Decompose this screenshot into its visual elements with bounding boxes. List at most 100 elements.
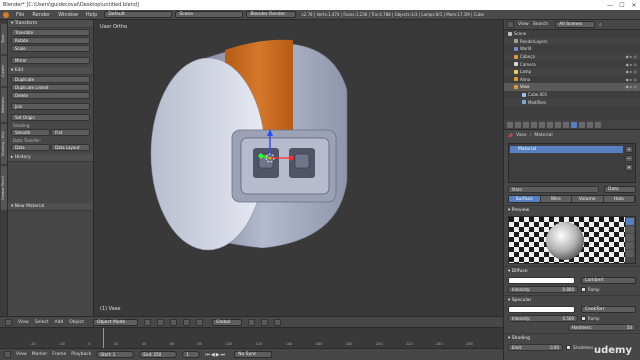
material-tab-icon[interactable] <box>571 121 577 128</box>
diffuse-ramp-toggle[interactable]: Ramp <box>581 287 636 292</box>
preview-panel-header[interactable]: ▾ Preview <box>504 205 640 214</box>
slot-menu-button[interactable]: ▾ <box>625 164 633 171</box>
preview-monkey-button[interactable] <box>626 242 634 249</box>
particles-tab-icon[interactable] <box>587 121 593 128</box>
render-engine-dropdown[interactable]: Blender Render <box>246 11 297 18</box>
tab-relations[interactable]: Relations <box>1 88 7 122</box>
diffuse-panel-header[interactable]: ▾ Diffuse <box>504 266 640 275</box>
specular-ramp-toggle[interactable]: Ramp <box>581 316 636 321</box>
end-frame-field[interactable]: End: 250 <box>139 351 178 358</box>
outliner-menu-view[interactable]: View <box>518 22 529 27</box>
outliner-row-alma[interactable]: Alma ◉ ▸ ◎ <box>504 76 640 84</box>
render-layers-tab-icon[interactable] <box>515 121 521 128</box>
delete-button[interactable]: Delete <box>11 92 90 99</box>
tab-wire[interactable]: Wire <box>540 196 572 202</box>
modifiers-tab-icon[interactable] <box>555 121 561 128</box>
blender-logo-icon[interactable] <box>3 11 9 18</box>
close-button[interactable]: ✕ <box>628 2 640 9</box>
shading-panel-header[interactable]: ▾ Shading <box>504 333 640 342</box>
specular-intensity-field[interactable]: Intensity: 0.500 <box>508 315 578 322</box>
outliner-row-renderlayers[interactable]: RenderLayers <box>504 37 640 46</box>
start-frame-field[interactable]: Start: 1 <box>96 351 135 358</box>
material-slot-selected[interactable]: Material <box>510 146 623 153</box>
set-origin-dropdown[interactable]: Set Origin <box>11 114 90 121</box>
translate-manipulator-icon[interactable] <box>182 318 190 326</box>
preview-hair-button[interactable] <box>626 250 634 257</box>
outliner-row-cabeca[interactable]: Cabeça ◉ ▸ ◎ <box>504 52 640 61</box>
material-link-dropdown[interactable]: Data <box>604 186 636 193</box>
rotate-button[interactable]: Rotate <box>11 37 90 44</box>
add-slot-button[interactable]: + <box>625 146 633 153</box>
data-button[interactable]: Data <box>11 144 50 151</box>
shading-icon[interactable] <box>143 318 151 326</box>
preview-sphere-button[interactable] <box>626 218 634 225</box>
outliner-row-lamp[interactable]: Lamp ◉ ▸ ◎ <box>504 67 640 76</box>
outliner-row-scene[interactable]: Scene <box>504 30 640 38</box>
edit-panel-header[interactable]: ▾ Edit <box>8 67 93 75</box>
timeline-menu-frame[interactable]: Frame <box>52 352 66 357</box>
manipulator-icon[interactable] <box>169 318 177 326</box>
outliner-row-world[interactable]: World <box>504 45 640 53</box>
menu-window[interactable]: Window <box>54 12 82 18</box>
pivot-icon[interactable] <box>156 318 164 326</box>
menu-file[interactable]: File <box>12 12 28 18</box>
menu-help[interactable]: Help <box>82 12 101 18</box>
material-name-field[interactable]: Mate <box>508 186 599 193</box>
data-layout-button[interactable]: Data Layout <box>51 144 90 151</box>
timeline[interactable]: -40 -20 0 20 40 60 80 100 120 140 160 18… <box>0 327 503 349</box>
maximize-button[interactable]: ☐ <box>616 2 628 9</box>
world-tab-icon[interactable] <box>531 121 537 128</box>
object-tab-icon[interactable] <box>539 121 545 128</box>
outliner-filter-dropdown[interactable]: All Scenes <box>555 21 596 28</box>
operator-panel-header[interactable]: ▾ New Material <box>8 203 93 211</box>
visibility-icon[interactable]: ◉ ▸ ◎ <box>625 77 637 82</box>
render-icon[interactable] <box>273 318 281 326</box>
visibility-icon[interactable]: ◉ ▸ ◎ <box>625 84 637 89</box>
preview-cube-button[interactable] <box>626 234 634 241</box>
physics-tab-icon[interactable] <box>595 121 601 128</box>
mode-dropdown[interactable]: Object Mode <box>92 318 138 326</box>
menu-render[interactable]: Render <box>28 12 54 18</box>
current-frame-field[interactable]: 1 <box>182 351 201 358</box>
outliner-menu-search[interactable]: Search <box>533 22 548 27</box>
diffuse-shader-dropdown[interactable]: Lambert <box>581 277 636 284</box>
tab-halo[interactable]: Halo <box>603 196 635 202</box>
layout-dropdown[interactable]: Default <box>104 11 173 18</box>
join-button[interactable]: Join <box>11 103 90 110</box>
shadeless-toggle[interactable]: Shadeless <box>566 345 593 350</box>
specular-panel-header[interactable]: ▾ Specular <box>504 295 640 304</box>
specular-shader-dropdown[interactable]: CookTorr <box>581 306 636 313</box>
tab-tools[interactable]: Tools <box>1 24 7 54</box>
scene-dropdown[interactable]: Scene <box>175 11 244 18</box>
menu-view[interactable]: View <box>18 320 29 325</box>
scene-tab-icon[interactable] <box>523 121 529 128</box>
minimize-button[interactable]: — <box>604 2 616 9</box>
timeline-editor-icon[interactable] <box>4 351 11 358</box>
duplicate-button[interactable]: Duplicate <box>11 76 90 83</box>
layers-icon[interactable] <box>247 318 255 326</box>
sync-dropdown[interactable]: No Sync <box>234 351 273 358</box>
pin-icon[interactable]: 📌 <box>508 133 513 138</box>
editor-type-icon[interactable] <box>5 318 12 326</box>
tab-shading-uvs[interactable]: Shading / UVs <box>1 124 7 164</box>
snap-icon[interactable] <box>260 318 268 326</box>
smooth-button[interactable]: Smooth <box>11 129 50 136</box>
timeline-menu-playback[interactable]: Playback <box>71 352 91 357</box>
data-tab-icon[interactable] <box>563 121 569 128</box>
constraints-tab-icon[interactable] <box>547 121 553 128</box>
preview-plane-button[interactable] <box>626 226 634 233</box>
render-tab-icon[interactable] <box>507 121 513 128</box>
material-slots[interactable]: Material + − ▾ <box>508 143 636 183</box>
history-panel-header[interactable]: ▸ History <box>8 154 93 162</box>
playback-controls-icon[interactable]: ⏮◀▶⏭ <box>205 352 226 358</box>
transform-panel-header[interactable]: ▾ Transform <box>8 20 93 28</box>
visibility-icon[interactable]: ◉ ▸ ◎ <box>625 62 637 67</box>
timeline-menu-marker[interactable]: Marker <box>32 352 48 357</box>
tab-grease-pencil[interactable]: Grease Pencil <box>1 166 7 210</box>
tab-surface[interactable]: Surface <box>509 196 541 202</box>
menu-object[interactable]: Object <box>69 320 84 325</box>
rotate-manipulator-icon[interactable] <box>195 318 203 326</box>
3d-viewport[interactable]: User Ortho (1) Vase <box>95 20 503 316</box>
timeline-menu-view[interactable]: View <box>16 352 27 357</box>
visibility-icon[interactable]: ◉ ▸ ◎ <box>625 54 637 59</box>
